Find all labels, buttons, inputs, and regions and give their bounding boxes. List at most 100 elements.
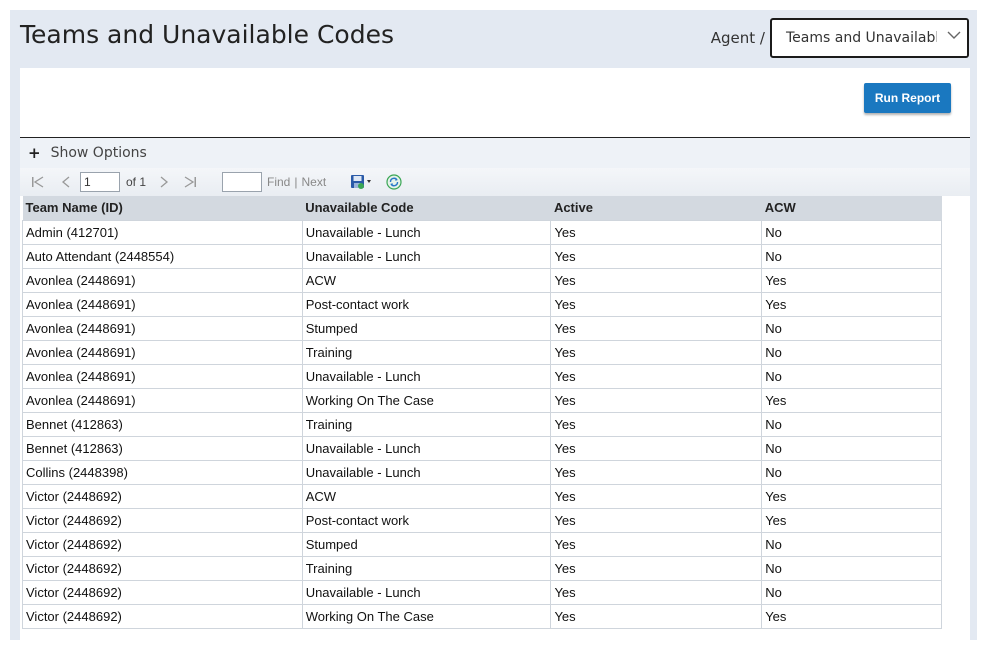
cell-active: Yes — [550, 411, 763, 437]
plus-icon: + — [28, 144, 41, 162]
run-report-button[interactable]: Run Report — [864, 83, 951, 113]
show-options-toggle[interactable]: + Show Options — [20, 138, 970, 168]
cell-unavailable-code: Stumped — [301, 315, 552, 341]
cell-team-name: Victor (2448692) — [22, 507, 303, 533]
table-row: Auto Attendant (2448554) Unavailable - Lu… — [22, 243, 942, 269]
cell-acw: No — [761, 459, 942, 485]
scroll-gutter — [942, 196, 970, 640]
find-link[interactable]: Find — [267, 175, 290, 189]
page-count: of 1 — [126, 175, 147, 189]
find-separator: | — [294, 175, 298, 189]
cell-acw: No — [761, 411, 942, 437]
cell-unavailable-code: Training — [301, 555, 552, 581]
cell-active: Yes — [550, 339, 763, 365]
report-select[interactable]: Teams and Unavailable Codes — [770, 18, 969, 58]
table-row: Victor (2448692) ACW Yes Yes — [22, 483, 942, 509]
cell-acw: Yes — [761, 267, 942, 293]
cell-active: Yes — [550, 435, 763, 461]
table-row: Bennet (412863) Unavailable - Lunch Yes No — [22, 435, 942, 461]
table-row: Avonlea (2448691) Working On The Case Yes Y… — [22, 387, 942, 413]
cell-unavailable-code: Unavailable - Lunch — [301, 579, 552, 605]
table-row: Bennet (412863) Training Yes No — [22, 411, 942, 437]
cell-unavailable-code: ACW — [301, 483, 552, 509]
cell-team-name: Collins (2448398) — [22, 459, 303, 485]
cell-unavailable-code: Unavailable - Lunch — [301, 459, 552, 485]
cell-active: Yes — [550, 555, 763, 581]
cell-team-name: Avonlea (2448691) — [22, 291, 303, 317]
cell-team-name: Bennet (412863) — [22, 435, 303, 461]
cell-acw: No — [761, 363, 942, 389]
cell-unavailable-code: Unavailable - Lunch — [301, 363, 552, 389]
cell-acw: No — [761, 339, 942, 365]
cell-acw: Yes — [761, 507, 942, 533]
cell-active: Yes — [550, 579, 763, 605]
report-table-container: Team Name (ID) Unavailable Code Active A… — [22, 196, 942, 629]
cell-unavailable-code: Unavailable - Lunch — [301, 435, 552, 461]
last-page-icon[interactable] — [182, 174, 198, 190]
report-panel: Run Report + Show Options of 1 Find | — [20, 68, 970, 640]
column-header-code[interactable]: Unavailable Code — [302, 196, 551, 220]
cell-unavailable-code: ACW — [301, 267, 552, 293]
column-header-active[interactable]: Active — [550, 196, 762, 220]
table-row: Avonlea (2448691) ACW Yes Yes — [22, 267, 942, 293]
cell-team-name: Victor (2448692) — [22, 531, 303, 557]
save-export-icon[interactable] — [350, 174, 372, 190]
cell-acw: No — [761, 435, 942, 461]
cell-unavailable-code: Stumped — [301, 531, 552, 557]
next-link[interactable]: Next — [301, 175, 326, 189]
cell-acw: Yes — [761, 291, 942, 317]
cell-active: Yes — [550, 243, 763, 269]
cell-team-name: Admin (412701) — [22, 219, 303, 245]
column-header-team[interactable]: Team Name (ID) — [22, 196, 303, 220]
column-header-acw[interactable]: ACW — [761, 196, 942, 220]
cell-team-name: Avonlea (2448691) — [22, 267, 303, 293]
table-body: Admin (412701) Unavailable - Lunch Yes No Au… — [22, 219, 942, 629]
table-row: Victor (2448692) Unavailable - Lunch Yes No — [22, 579, 942, 605]
cell-unavailable-code: Working On The Case — [301, 387, 552, 413]
cell-acw: Yes — [761, 603, 942, 629]
cell-acw: No — [761, 555, 942, 581]
page-title: Teams and Unavailable Codes — [20, 20, 394, 49]
report-toolbar: of 1 Find | Next — [20, 168, 970, 196]
refresh-icon[interactable] — [386, 174, 402, 190]
cell-unavailable-code: Unavailable - Lunch — [301, 243, 552, 269]
breadcrumb[interactable]: Agent / — [711, 29, 765, 47]
cell-team-name: Auto Attendant (2448554) — [22, 243, 303, 269]
table-row: Avonlea (2448691) Training Yes No — [22, 339, 942, 365]
cell-team-name: Victor (2448692) — [22, 603, 303, 629]
table-row: Avonlea (2448691) Unavailable - Lunch Yes N… — [22, 363, 942, 389]
report-frame: Teams and Unavailable Codes Agent / Team… — [10, 10, 977, 640]
cell-acw: No — [761, 243, 942, 269]
chevron-down-icon — [947, 31, 961, 39]
cell-active: Yes — [550, 219, 763, 245]
cell-acw: No — [761, 315, 942, 341]
table-row: Victor (2448692) Working On The Case Yes Ye… — [22, 603, 942, 629]
page-number-input[interactable] — [80, 172, 120, 192]
table-row: Admin (412701) Unavailable - Lunch Yes No — [22, 219, 942, 245]
cell-team-name: Avonlea (2448691) — [22, 387, 303, 413]
cell-unavailable-code: Post-contact work — [301, 291, 552, 317]
find-input[interactable] — [222, 172, 263, 192]
show-options-label: Show Options — [50, 145, 147, 161]
cell-acw: Yes — [761, 387, 942, 413]
cell-unavailable-code: Post-contact work — [301, 507, 552, 533]
table-row: Victor (2448692) Training Yes No — [22, 555, 942, 581]
prev-page-icon[interactable] — [58, 174, 74, 190]
cell-team-name: Victor (2448692) — [22, 579, 303, 605]
report-table: Team Name (ID) Unavailable Code Active A… — [22, 196, 942, 629]
cell-team-name: Bennet (412863) — [22, 411, 303, 437]
cell-team-name: Victor (2448692) — [22, 483, 303, 509]
cell-active: Yes — [550, 531, 763, 557]
cell-active: Yes — [550, 459, 763, 485]
cell-active: Yes — [550, 267, 763, 293]
first-page-icon[interactable] — [30, 174, 46, 190]
next-page-icon[interactable] — [156, 174, 172, 190]
cell-active: Yes — [550, 315, 763, 341]
cell-team-name: Avonlea (2448691) — [22, 339, 303, 365]
table-row: Avonlea (2448691) Stumped Yes No — [22, 315, 942, 341]
table-row: Victor (2448692) Stumped Yes No — [22, 531, 942, 557]
cell-acw: Yes — [761, 483, 942, 509]
cell-team-name: Victor (2448692) — [22, 555, 303, 581]
cell-unavailable-code: Training — [301, 411, 552, 437]
cell-acw: No — [761, 531, 942, 557]
